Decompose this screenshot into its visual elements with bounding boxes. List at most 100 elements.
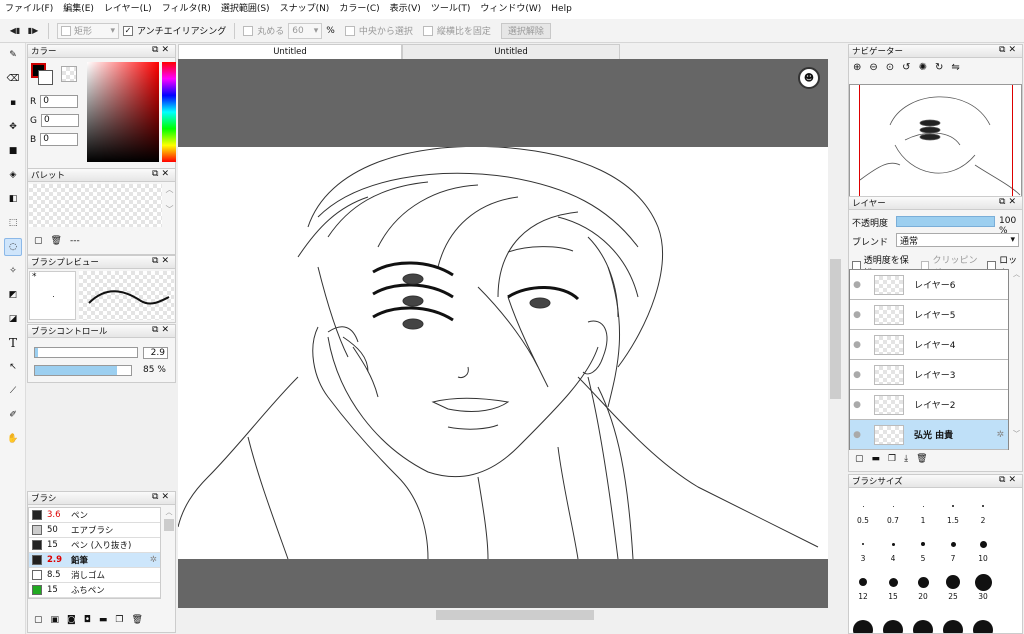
visibility-icon[interactable]: ●	[850, 390, 864, 420]
aspect-checkbox[interactable]	[422, 25, 433, 36]
saturation-value-picker[interactable]	[87, 62, 159, 162]
rotate-left-icon[interactable]: ↺	[902, 62, 910, 73]
brush-size-dot[interactable]	[862, 543, 864, 545]
fill-rect-tool-icon[interactable]: ■	[4, 142, 22, 160]
visibility-icon[interactable]: ●	[850, 270, 864, 300]
lasso-tool-icon[interactable]: ◌	[4, 238, 22, 256]
pen-tool-icon[interactable]: ✎	[4, 46, 22, 64]
brush-size-dot[interactable]	[888, 577, 898, 587]
gear-icon[interactable]: ✲	[996, 430, 1004, 440]
layer-row[interactable]: ● 弘光 由貴 ✲	[850, 420, 1008, 450]
gradient-tool-icon[interactable]: ◧	[4, 190, 22, 208]
brush-size-dot[interactable]	[979, 540, 987, 548]
g-input[interactable]: 0	[40, 114, 79, 127]
palette-scrollbar[interactable]: ︿ ﹀	[164, 184, 175, 227]
round-value-input[interactable]: 60 ▾	[288, 22, 323, 39]
copy-brush-icon[interactable]: ▣	[51, 615, 60, 625]
blend-mode-select[interactable]: 通常 ▾	[896, 233, 1019, 247]
b-input[interactable]: 0	[40, 133, 79, 146]
visibility-icon[interactable]: ●	[850, 420, 864, 450]
brush-size-dot[interactable]	[974, 573, 992, 591]
delete-palette-icon[interactable]: 🗑	[51, 236, 62, 246]
layer-row[interactable]: ● レイヤー2	[850, 390, 1008, 420]
palette-swatches[interactable]	[29, 184, 162, 227]
magic-wand-tool-icon[interactable]: ✧	[4, 262, 22, 280]
new-folder-icon[interactable]: ▬	[872, 454, 881, 464]
operation-tool-icon[interactable]: ↖	[4, 358, 22, 376]
text-tool-icon[interactable]: T	[4, 334, 22, 352]
rotate-reset-icon[interactable]: ✺	[919, 62, 927, 73]
hue-slider[interactable]	[162, 62, 176, 162]
antialias-checkbox[interactable]: ✓	[123, 25, 133, 36]
panel-controls-icon[interactable]: ⧉✕	[152, 45, 172, 55]
visibility-icon[interactable]: ●	[850, 300, 864, 330]
duplicate-icon[interactable]: ❐	[115, 615, 123, 625]
brush-size-dot[interactable]	[853, 620, 873, 633]
menu-item-10[interactable]: Help	[546, 0, 577, 19]
bucket-tool-icon[interactable]: ◈	[4, 166, 22, 184]
menu-item-6[interactable]: カラー(C)	[334, 0, 384, 19]
navigator-thumbnail[interactable]	[849, 84, 1022, 204]
delete-layer-icon[interactable]: 🗑	[916, 454, 927, 464]
select-eraser-tool-icon[interactable]: ◪	[4, 310, 22, 328]
rect-select-tool-icon[interactable]: ⬚	[4, 214, 22, 232]
tab-document-2[interactable]: Untitled	[402, 44, 620, 59]
brush-size-dot[interactable]	[946, 575, 960, 589]
duplicate-layer-icon[interactable]: ❐	[888, 454, 896, 464]
new-brush-icon[interactable]: ▢	[34, 615, 43, 625]
brush-size-value[interactable]: 2.9	[143, 347, 168, 359]
brush-size-dot[interactable]	[973, 620, 993, 633]
brush-item[interactable]: 8.5 消しゴム	[29, 568, 160, 583]
brush-item[interactable]: 15 ふちペン	[29, 583, 160, 598]
brush-size-dot[interactable]	[921, 542, 925, 546]
select-pen-tool-icon[interactable]: ◩	[4, 286, 22, 304]
brush-size-dot[interactable]	[950, 541, 956, 547]
new-layer-icon[interactable]: ▢	[855, 454, 864, 464]
panel-controls-icon[interactable]: ⧉✕	[999, 45, 1019, 55]
prev-icon[interactable]: ◀▮	[8, 24, 22, 38]
zoom-in-icon[interactable]: ⊕	[853, 62, 861, 73]
menu-item-8[interactable]: ツール(T)	[426, 0, 476, 19]
round-checkbox[interactable]	[243, 25, 254, 36]
menu-item-3[interactable]: フィルタ(R)	[157, 0, 216, 19]
panel-controls-icon[interactable]: ⧉✕	[999, 197, 1019, 207]
eyedropper-tool-icon[interactable]: ✐	[4, 406, 22, 424]
center-checkbox[interactable]	[344, 25, 355, 36]
hand-tool-icon[interactable]: ✋	[4, 430, 22, 448]
background-color-swatch[interactable]	[38, 70, 53, 85]
layer-row[interactable]: ● レイヤー5	[850, 300, 1008, 330]
canvas-area[interactable]: ☻	[177, 59, 828, 608]
brush-size-dot[interactable]	[883, 620, 903, 633]
dot-tool-icon[interactable]: ▪	[4, 94, 22, 112]
brush-settings-icon[interactable]: ◙	[67, 615, 76, 625]
mascot-icon[interactable]: ☻	[798, 67, 820, 89]
brush-size-dot[interactable]	[922, 505, 924, 507]
menu-item-1[interactable]: 編集(E)	[58, 0, 99, 19]
brush-size-dot[interactable]	[982, 505, 984, 507]
merge-down-icon[interactable]: ⤓	[904, 454, 908, 464]
transparent-swatch[interactable]	[61, 66, 77, 82]
brush-item[interactable]: 15 ペン (入り抜き)	[29, 538, 160, 553]
layer-row[interactable]: ● レイヤー3	[850, 360, 1008, 390]
menu-item-2[interactable]: レイヤー(L)	[99, 0, 157, 19]
brush-size-dot[interactable]	[859, 578, 867, 586]
layer-row[interactable]: ● レイヤー4	[850, 330, 1008, 360]
menu-item-4[interactable]: 選択範囲(S)	[216, 0, 275, 19]
brush-size-dot[interactable]	[892, 505, 894, 507]
eraser-tool-icon[interactable]: ⌫	[4, 70, 22, 88]
tab-document-1[interactable]: Untitled	[178, 44, 402, 59]
brush-size-dot[interactable]	[943, 620, 963, 633]
brush-item[interactable]: 50 エアブラシ	[29, 523, 160, 538]
divide-tool-icon[interactable]: ⟋	[4, 382, 22, 400]
canvas-vertical-scrollbar[interactable]	[829, 59, 842, 608]
brush-item[interactable]: 2.9 鉛筆 ✲	[29, 553, 160, 568]
next-icon[interactable]: ▮▶	[26, 24, 40, 38]
layer-opacity-slider[interactable]	[896, 216, 995, 227]
gear-icon[interactable]: ✲	[150, 555, 157, 565]
visibility-icon[interactable]: ●	[850, 360, 864, 390]
menu-item-0[interactable]: ファイル(F)	[0, 0, 58, 19]
brush-size-slider[interactable]	[34, 347, 138, 358]
flip-icon[interactable]: ⇋	[951, 62, 959, 73]
import-brush-icon[interactable]: ◘	[84, 615, 91, 625]
brush-list-scrollbar[interactable]: ︿	[163, 507, 175, 599]
